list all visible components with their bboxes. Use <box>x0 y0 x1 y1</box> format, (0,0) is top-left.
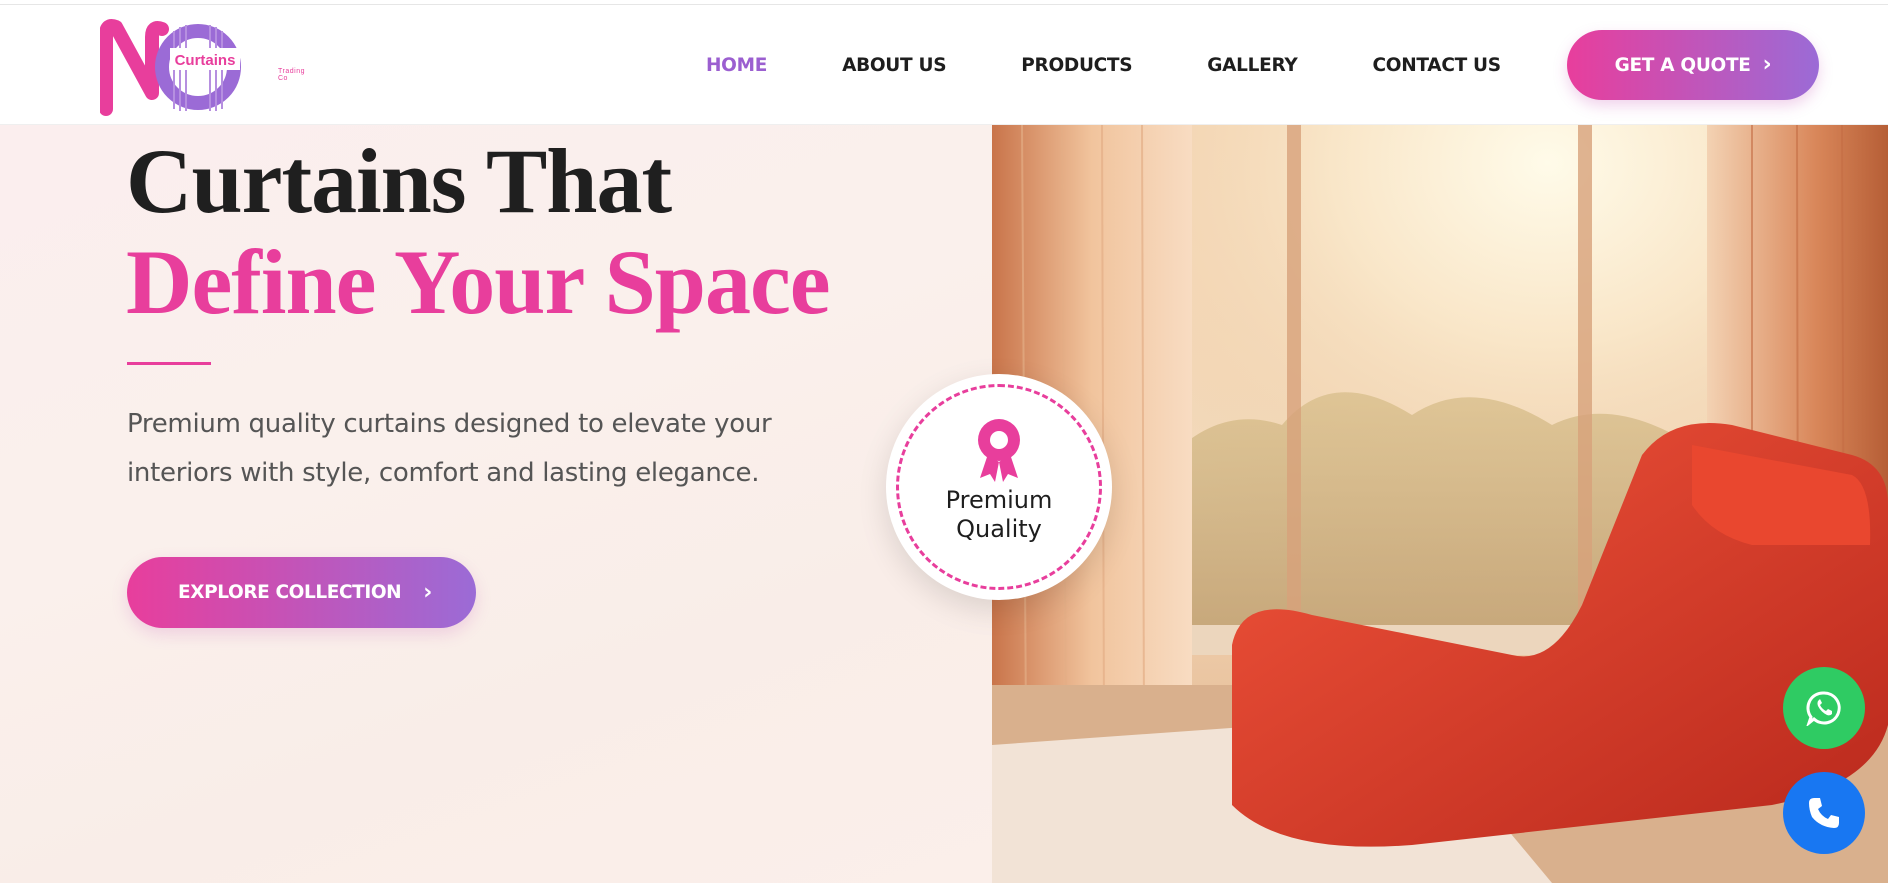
phone-call-button[interactable] <box>1783 772 1865 854</box>
badge-line2: Quality <box>956 515 1042 543</box>
get-a-quote-label: GET A QUOTE <box>1614 54 1751 76</box>
site-header: Curtains Trading Co HOME ABOUT US PRODUC… <box>0 5 1888 125</box>
whatsapp-icon <box>1806 691 1841 726</box>
nav-about-us[interactable]: ABOUT US <box>842 55 946 76</box>
premium-quality-badge: Premium Quality <box>886 374 1112 600</box>
logo-mark: Curtains <box>99 19 241 116</box>
badge-label: Premium Quality <box>886 486 1112 544</box>
whatsapp-button[interactable] <box>1783 667 1865 749</box>
hero-title-line1: Curtains That <box>126 130 672 232</box>
explore-collection-button[interactable]: EXPLORE COLLECTION › <box>127 557 476 628</box>
explore-collection-label: EXPLORE COLLECTION <box>178 582 402 603</box>
hero-description: Premium quality curtains designed to ele… <box>127 409 772 488</box>
logo-subtext: Trading Co <box>278 68 305 82</box>
room-illustration <box>992 125 1888 883</box>
main-nav: HOME ABOUT US PRODUCTS GALLERY CONTACT U… <box>706 5 1501 125</box>
logo-text: Curtains <box>175 52 236 69</box>
nav-gallery[interactable]: GALLERY <box>1207 55 1298 76</box>
award-ribbon-icon <box>978 419 1020 482</box>
nav-contact-us[interactable]: CONTACT US <box>1373 55 1502 76</box>
get-a-quote-button[interactable]: GET A QUOTE › <box>1567 30 1819 100</box>
badge-line1: Premium <box>945 486 1053 514</box>
nav-home[interactable]: HOME <box>706 55 767 76</box>
hero-title-line2: Define Your Space <box>126 231 831 333</box>
chevron-right-icon: › <box>423 580 432 605</box>
brand-logo[interactable]: Curtains Trading Co <box>99 15 304 117</box>
hero-image <box>992 125 1888 883</box>
hero-divider <box>127 362 211 365</box>
phone-icon <box>1809 798 1839 828</box>
chevron-right-icon: › <box>1762 52 1772 77</box>
nav-products[interactable]: PRODUCTS <box>1021 55 1132 76</box>
